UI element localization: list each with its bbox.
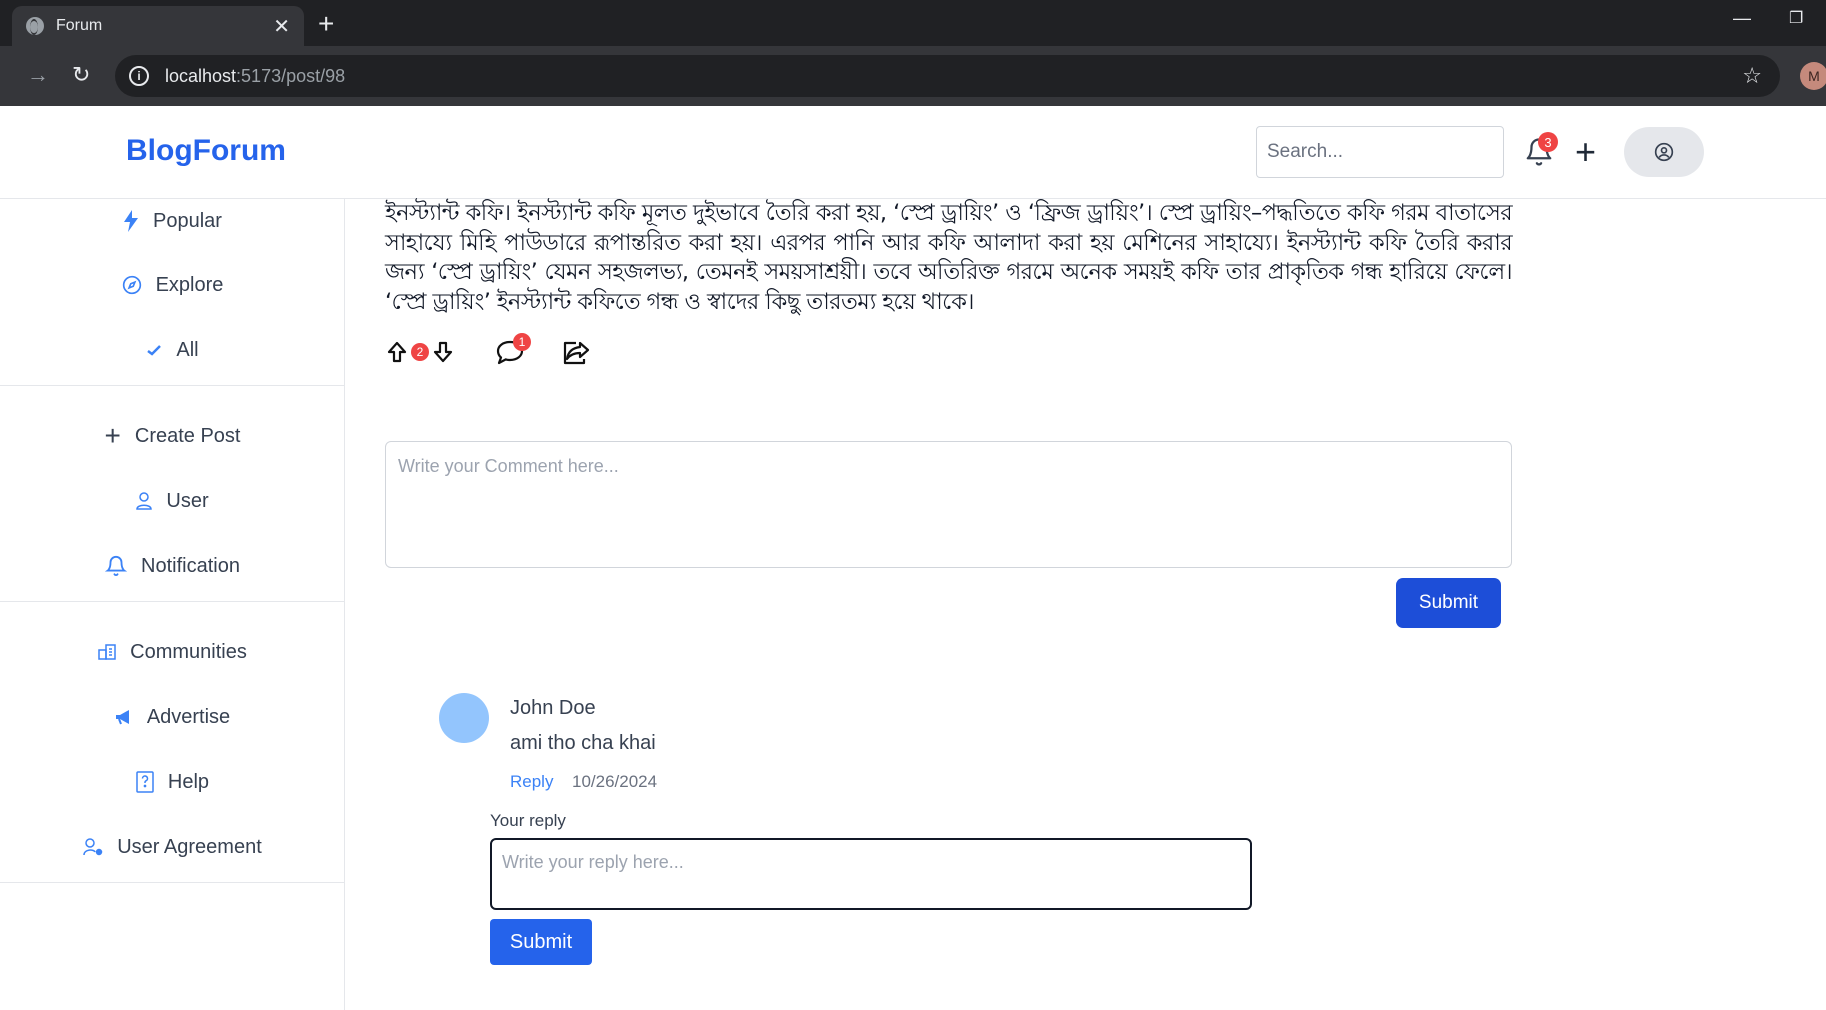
restore-icon[interactable]: ❐ [1789, 8, 1803, 28]
comment-textarea[interactable] [385, 441, 1512, 568]
submit-comment-button[interactable]: Submit [1396, 578, 1501, 628]
bookmark-star-icon[interactable]: ☆ [1742, 63, 1762, 89]
compass-icon [122, 275, 142, 295]
site-info-icon[interactable]: i [129, 66, 149, 86]
comment-date: 10/26/2024 [572, 772, 658, 791]
sidebar-item-communities[interactable]: Communities [0, 629, 345, 675]
sidebar-divider [0, 385, 345, 386]
sidebar: Popular Explore All + Create Post User N… [0, 199, 345, 1010]
browser-tab[interactable]: Forum ✕ [12, 6, 304, 46]
sidebar-item-all[interactable]: All [0, 327, 345, 373]
forward-icon[interactable]: → [27, 62, 49, 88]
sidebar-item-create-post[interactable]: + Create Post [0, 413, 345, 459]
sidebar-item-label: Help [167, 770, 210, 793]
reload-icon[interactable]: ↻ [72, 62, 90, 88]
sidebar-item-label: Create Post [134, 424, 241, 447]
create-post-plus-icon[interactable]: + [1575, 134, 1596, 170]
sidebar-item-label: User Agreement [117, 835, 262, 858]
close-tab-icon[interactable]: ✕ [273, 14, 290, 39]
check-icon [146, 343, 162, 357]
upvote-icon[interactable] [387, 341, 407, 363]
sidebar-item-popular[interactable]: Popular [0, 198, 345, 244]
sidebar-item-user[interactable]: User [0, 478, 345, 524]
sidebar-item-advertise[interactable]: Advertise [0, 694, 345, 740]
app-header: BlogForum 3 + [0, 106, 1826, 199]
sidebar-item-label: All [176, 338, 199, 361]
sidebar-item-label: Communities [130, 640, 247, 663]
notification-count-badge: 3 [1538, 132, 1558, 152]
sidebar-item-user-agreement[interactable]: User Agreement [0, 824, 345, 870]
bell-icon [105, 554, 128, 578]
reply-label: Your reply [490, 811, 566, 830]
downvote-icon[interactable] [433, 341, 453, 363]
submit-reply-button[interactable]: Submit [490, 919, 592, 965]
tab-title: Forum [56, 17, 103, 34]
reply-link[interactable]: Reply [510, 772, 553, 792]
browser-profile-avatar[interactable]: M [1800, 62, 1826, 90]
search-input[interactable] [1256, 126, 1504, 178]
sidebar-item-explore[interactable]: Explore [0, 262, 345, 308]
comment-count-badge: 1 [513, 333, 531, 351]
user-icon [136, 492, 153, 510]
user-menu-button[interactable] [1624, 127, 1704, 177]
share-icon[interactable] [562, 339, 590, 365]
plus-icon: + [104, 420, 121, 451]
address-bar: → ↻ i localhost:5173/post/98 ☆ M [0, 46, 1826, 106]
sidebar-divider [0, 882, 345, 883]
megaphone-icon [115, 709, 133, 725]
globe-icon [26, 17, 44, 35]
site-logo[interactable]: BlogForum [126, 134, 286, 168]
sidebar-item-help[interactable]: Help [0, 759, 345, 805]
sidebar-item-label: Notification [141, 554, 240, 577]
sidebar-item-label: Popular [153, 209, 222, 232]
sidebar-item-label: Advertise [146, 705, 231, 728]
sidebar-item-label: User [166, 489, 209, 512]
post-body: ইনস্ট্যান্ট কফি। ইনস্ট্যান্ট কফি মূলত দু… [385, 200, 1513, 315]
sidebar-item-label: Explore [155, 273, 224, 296]
help-book-icon [136, 771, 154, 793]
browser-tab-bar: Forum ✕ + — ❐ [0, 0, 1826, 46]
new-tab-icon[interactable]: + [318, 8, 334, 40]
url-field[interactable]: i localhost:5173/post/98 ☆ [115, 55, 1780, 97]
reply-textarea[interactable] [490, 838, 1252, 910]
comment-text: ami tho cha khai [510, 732, 656, 754]
building-icon [98, 644, 116, 660]
avatar [439, 693, 489, 743]
lightning-icon [123, 210, 139, 232]
user-gear-icon [83, 838, 103, 856]
url-path: :5173/post/98 [236, 65, 346, 86]
vote-count-badge: 2 [411, 343, 429, 361]
comment-author: John Doe [510, 697, 596, 719]
sidebar-divider [0, 601, 345, 602]
url-host: localhost [165, 65, 237, 86]
minimize-icon[interactable]: — [1733, 8, 1751, 29]
sidebar-item-notification[interactable]: Notification [0, 543, 345, 589]
user-circle-icon [1654, 142, 1674, 162]
